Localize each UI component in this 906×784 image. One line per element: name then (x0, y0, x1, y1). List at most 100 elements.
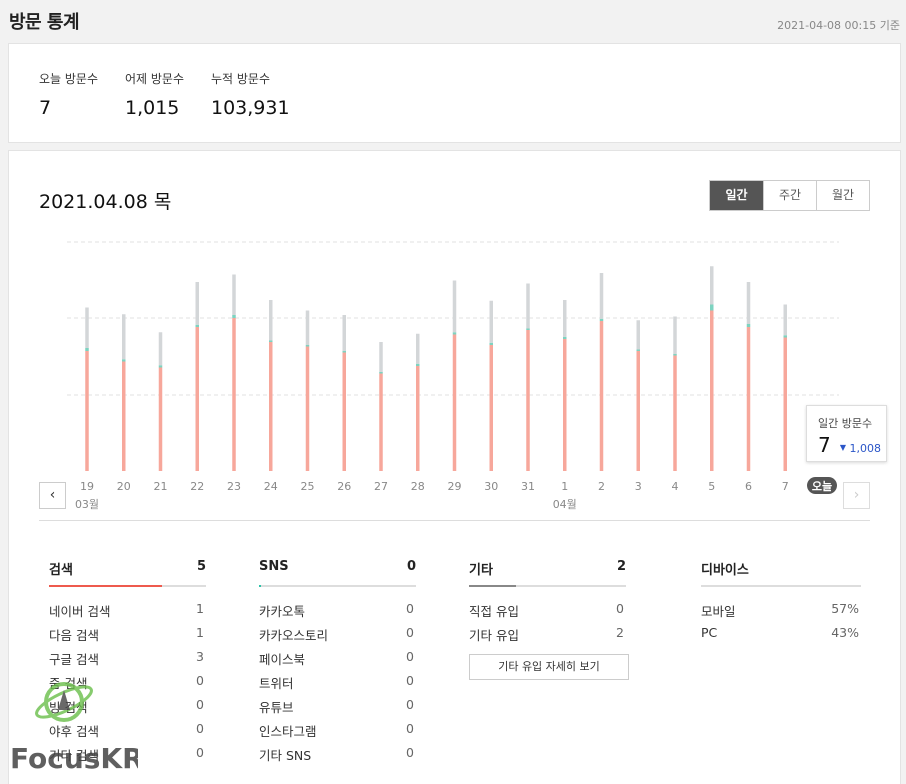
x-tick-label: 31 (521, 480, 535, 493)
category-3: 디바이스 모바일 57% PC 43% (701, 559, 861, 649)
item-name: 다음 검색 (49, 628, 99, 643)
visits-bar-chart: 19 20 21 22 23 24 25 26 27 28 29 30 31 1 2 3 4 5 6 7 오늘03월 04… (67, 241, 839, 511)
chevron-left-icon: ‹ (49, 487, 56, 503)
bar-segment-2[interactable] (342, 315, 347, 351)
bar-segment-0[interactable] (122, 361, 126, 472)
category-bar (701, 585, 861, 587)
bar-segment-1[interactable] (710, 304, 714, 311)
x-tick-label: 24 (264, 480, 278, 493)
bar-segment-0[interactable] (232, 318, 236, 471)
bar-segment-2[interactable] (158, 332, 163, 366)
bar-segment-2[interactable] (783, 304, 788, 336)
bar-segment-1[interactable] (158, 365, 163, 368)
category-bar-fill (259, 585, 261, 587)
bar-segment-1[interactable] (85, 348, 89, 351)
bar-segment-1[interactable] (269, 340, 273, 343)
bar-segment-2[interactable] (636, 320, 641, 350)
bar-segment-2[interactable] (269, 300, 273, 341)
bar-segment-0[interactable] (783, 337, 788, 472)
list-item: 기타 SNS 0 (259, 745, 416, 769)
bar-segment-2[interactable] (452, 280, 457, 333)
stat-today: 오늘 방문수 7 (39, 70, 98, 119)
bar-segment-1[interactable] (673, 354, 677, 356)
bar-segment-2[interactable] (305, 310, 310, 346)
x-tick-label: 28 (411, 480, 425, 493)
item-name: 기타 SNS (259, 748, 312, 763)
category-name: SNS (259, 559, 289, 574)
bar-segment-2[interactable] (85, 307, 89, 349)
x-tick-label: 23 (227, 480, 241, 493)
bar-segment-2[interactable] (746, 282, 751, 324)
bar-segment-1[interactable] (416, 363, 420, 366)
item-name: 구글 검색 (49, 652, 99, 667)
bar-segment-0[interactable] (379, 373, 383, 472)
bar-segment-1[interactable] (232, 315, 236, 318)
rocket-planet-icon (35, 682, 93, 722)
bar-segment-0[interactable] (195, 327, 200, 471)
list-item: 다음 검색 1 (49, 625, 206, 649)
bar-segment-1[interactable] (746, 324, 751, 327)
item-value: 0 (406, 745, 414, 760)
bar-segment-1[interactable] (379, 372, 383, 374)
bar-segment-0[interactable] (599, 321, 604, 471)
bar-segment-1[interactable] (342, 351, 347, 353)
bar-segment-1[interactable] (783, 335, 788, 338)
bar-segment-0[interactable] (526, 330, 530, 471)
bar-segment-1[interactable] (563, 336, 567, 339)
x-tick-label: 7 (782, 480, 789, 493)
x-tick-label: 4 (672, 480, 679, 493)
bar-segment-2[interactable] (195, 282, 200, 325)
summary-card: 오늘 방문수 7 어제 방문수 1,015 누적 방문수 103,931 (8, 43, 901, 143)
bar-segment-2[interactable] (599, 273, 604, 319)
bar-segment-0[interactable] (673, 355, 677, 472)
bar-segment-2[interactable] (563, 300, 567, 337)
bar-segment-2[interactable] (232, 274, 236, 316)
bar-segment-1[interactable] (305, 345, 310, 347)
item-value: 0 (406, 697, 414, 712)
bar-segment-1[interactable] (195, 324, 200, 327)
bar-segment-0[interactable] (452, 334, 457, 472)
bar-segment-1[interactable] (122, 359, 126, 362)
bar-segment-2[interactable] (122, 314, 126, 360)
bar-segment-2[interactable] (710, 266, 714, 305)
bar-segment-2[interactable] (489, 300, 494, 343)
prev-button[interactable]: ‹ (39, 482, 66, 509)
bar-segment-1[interactable] (452, 332, 457, 335)
item-value: 0 (616, 601, 624, 616)
bar-segment-1[interactable] (636, 349, 641, 352)
bar-segment-1[interactable] (599, 318, 604, 321)
bar-segment-2[interactable] (526, 283, 530, 329)
item-name: 직접 유입 (469, 604, 519, 619)
bar-segment-0[interactable] (636, 351, 641, 471)
bar-segment-0[interactable] (269, 342, 273, 471)
bar-segment-0[interactable] (416, 366, 420, 471)
category-bar (259, 585, 416, 587)
stat-total: 누적 방문수 103,931 (211, 70, 290, 119)
item-value: 0 (196, 721, 204, 736)
stats-card: 2021.04.08 목 일간 주간 월간 19 20 21 22 23 24 25 26 27… (8, 150, 901, 784)
x-tick-label: 30 (484, 480, 498, 493)
bar-segment-2[interactable] (673, 316, 677, 355)
x-tick-label: 5 (708, 480, 715, 493)
bar-segment-1[interactable] (526, 328, 530, 331)
bar-segment-2[interactable] (379, 342, 383, 372)
bar-segment-1[interactable] (489, 342, 494, 345)
bar-segment-0[interactable] (746, 327, 751, 471)
next-button[interactable]: › (843, 482, 870, 509)
item-value: 43% (831, 625, 859, 640)
bar-segment-0[interactable] (158, 367, 163, 472)
bar-segment-0[interactable] (342, 352, 347, 472)
bar-segment-0[interactable] (85, 351, 89, 471)
chevron-right-icon: › (853, 487, 860, 503)
x-tick-label: 25 (301, 480, 315, 493)
bar-segment-2[interactable] (416, 333, 420, 364)
item-name: 카카오톡 (259, 604, 306, 619)
category-total: 0 (406, 559, 416, 574)
bar-segment-0[interactable] (710, 310, 714, 472)
list-item: 기타 유입 2 (469, 625, 626, 649)
page-title: 방문 통계 (9, 12, 80, 33)
bar-segment-0[interactable] (489, 345, 494, 471)
bar-segment-0[interactable] (563, 339, 567, 471)
other-detail-button[interactable]: 기타 유입 자세히 보기 (469, 654, 629, 680)
bar-segment-0[interactable] (305, 346, 310, 472)
